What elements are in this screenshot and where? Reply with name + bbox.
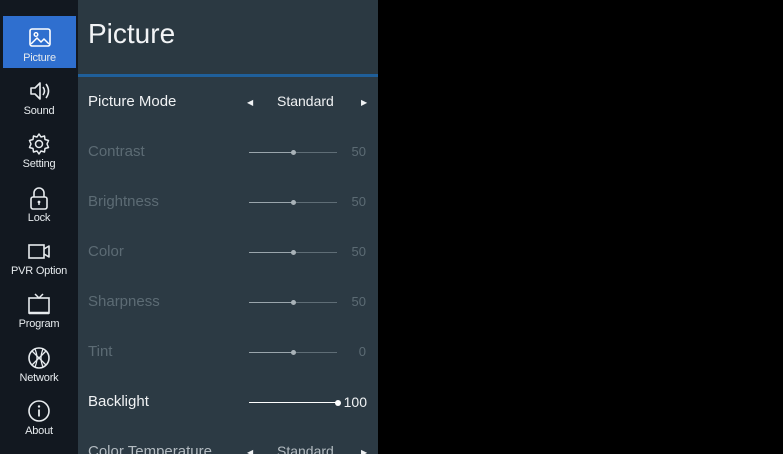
sidebar-item-label: Picture (23, 52, 56, 64)
setting-label: Contrast (88, 143, 145, 160)
picture-settings-panel: Picture Picture Mode ◀ Standard ▶ Contra… (78, 0, 378, 454)
color-row[interactable]: Color 50 (78, 237, 378, 267)
gear-icon (26, 131, 52, 157)
sidebar-item-picture[interactable]: Picture (3, 16, 76, 68)
setting-label: Picture Mode (88, 93, 177, 110)
slider-value: 50 (351, 294, 366, 309)
sidebar-item-label: PVR Option (10, 265, 68, 277)
color-temperature-value: Standard (277, 443, 334, 454)
sidebar-item-program[interactable]: Program (3, 282, 75, 334)
sidebar-item-label: Setting (22, 158, 56, 170)
sharpness-row[interactable]: Sharpness 50 (78, 287, 378, 317)
globe-icon (26, 345, 52, 371)
color-temperature-row[interactable]: Color Temperature ◀ Standard ▶ (78, 437, 378, 454)
sidebar-item-label: Sound (23, 105, 55, 117)
header-divider (78, 74, 378, 77)
setting-label: Color (88, 243, 124, 260)
backlight-row[interactable]: Backlight 100 (78, 387, 378, 417)
backlight-slider[interactable] (249, 399, 341, 406)
setting-label: Tint (88, 343, 113, 360)
sidebar-item-network[interactable]: Network (3, 336, 75, 388)
slider-value: 50 (351, 144, 366, 159)
setting-label: Sharpness (88, 293, 160, 310)
contrast-row[interactable]: Contrast 50 (78, 137, 378, 167)
color-slider[interactable] (249, 250, 337, 255)
arrow-right-icon[interactable]: ▶ (361, 448, 367, 454)
picture-mode-value: Standard (277, 93, 334, 109)
setting-label: Backlight (88, 393, 149, 410)
contrast-slider[interactable] (249, 150, 337, 155)
sidebar-item-lock[interactable]: Lock (3, 176, 75, 228)
slider-value: 50 (351, 244, 366, 259)
sidebar-item-pvr-option[interactable]: PVR Option (3, 229, 75, 281)
arrow-left-icon[interactable]: ◀ (247, 448, 253, 454)
arrow-left-icon[interactable]: ◀ (247, 98, 253, 107)
brightness-slider[interactable] (249, 200, 337, 205)
tint-row[interactable]: Tint 0 (78, 337, 378, 367)
sidebar-item-sound[interactable]: Sound (3, 69, 75, 121)
slider-value: 50 (351, 194, 366, 209)
speaker-icon (26, 78, 52, 104)
info-icon (26, 398, 52, 424)
panel-header: Picture (78, 0, 378, 77)
slider-value: 0 (358, 344, 366, 359)
lock-icon (26, 185, 52, 211)
tint-slider[interactable] (249, 350, 337, 355)
picture-mode-row[interactable]: Picture Mode ◀ Standard ▶ (78, 87, 378, 117)
sidebar-item-label: Lock (27, 212, 51, 224)
page-title: Picture (88, 18, 176, 49)
sidebar-item-setting[interactable]: Setting (3, 122, 75, 174)
setting-label: Brightness (88, 193, 159, 210)
video-camera-icon (26, 238, 52, 264)
setting-label: Color Temperature (88, 443, 212, 454)
sharpness-slider[interactable] (249, 300, 337, 305)
sidebar: Picture Sound Setting Lock PVR Option Pr… (0, 0, 78, 454)
sidebar-item-label: Program (18, 318, 60, 330)
brightness-row[interactable]: Brightness 50 (78, 187, 378, 217)
arrow-right-icon[interactable]: ▶ (361, 98, 367, 107)
sidebar-item-label: About (25, 425, 53, 437)
sidebar-item-label: Network (19, 372, 59, 384)
tv-icon (26, 291, 52, 317)
picture-icon (27, 25, 53, 51)
sidebar-item-about[interactable]: About (3, 389, 75, 441)
slider-value: 100 (343, 394, 367, 410)
